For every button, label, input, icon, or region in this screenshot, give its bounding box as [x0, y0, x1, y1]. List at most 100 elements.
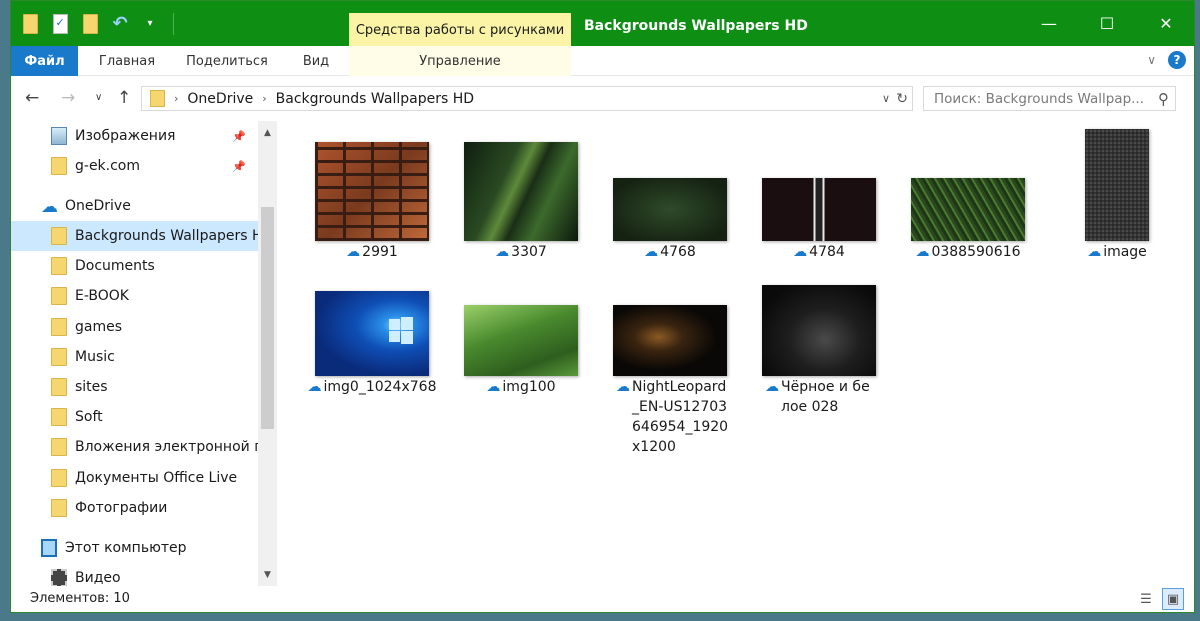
tab-home[interactable]: Главная — [87, 46, 167, 76]
folder-icon — [51, 157, 67, 175]
folder-icon — [51, 227, 67, 245]
explorer-window: ↶ ▾ Средства работы с рисунками Backgrou… — [10, 0, 1195, 613]
large-icons-view-icon[interactable]: ▣ — [1162, 588, 1184, 610]
status-bar: Элементов: 10 ☰ ▣ — [11, 586, 1194, 612]
cloud-icon: ☁ — [41, 197, 58, 217]
nav-item-music[interactable]: Music — [11, 342, 258, 372]
folder-icon — [51, 318, 67, 336]
nav-item-pictures[interactable]: Изображения 📌 — [11, 121, 258, 151]
file-name: image — [1103, 244, 1147, 260]
thumbnail — [613, 178, 727, 241]
nav-item-photos[interactable]: Фотографии — [11, 493, 258, 523]
folder-icon — [51, 408, 67, 426]
nav-item-this-pc[interactable]: Этот компьютер — [11, 533, 258, 563]
file-name: NightLeopard_EN-US12703646954_1920x1200 — [632, 379, 729, 455]
folder-icon — [51, 348, 67, 366]
details-view-icon[interactable]: ☰ — [1135, 588, 1157, 610]
address-bar[interactable]: › OneDrive › Backgrounds Wallpapers HD ∨… — [141, 86, 913, 111]
search-input[interactable]: Поиск: Backgrounds Wallpap... ⚲ — [923, 86, 1176, 111]
thumbnail — [762, 178, 876, 241]
folder-icon — [51, 257, 67, 275]
cloud-icon: ☁ — [616, 379, 630, 395]
folder-icon — [51, 378, 67, 396]
new-folder-icon[interactable] — [79, 11, 101, 37]
chevron-right-icon[interactable]: › — [174, 92, 178, 105]
forward-icon[interactable]: → — [61, 88, 75, 108]
folder-icon — [51, 499, 67, 517]
title-bar: ↶ ▾ Средства работы с рисунками Backgrou… — [11, 1, 1194, 47]
navigation-pane: Изображения 📌 g-ek.com 📌 ☁ OneDrive Back… — [11, 121, 277, 587]
up-icon[interactable]: ↑ — [117, 88, 131, 108]
expand-ribbon-icon[interactable]: ∨ — [1147, 53, 1156, 67]
window-title: Backgrounds Wallpapers HD — [584, 18, 808, 34]
nav-item-g-ek[interactable]: g-ek.com 📌 — [11, 151, 258, 181]
search-icon[interactable]: ⚲ — [1158, 90, 1169, 108]
chevron-right-icon[interactable]: › — [262, 92, 266, 105]
tab-share[interactable]: Поделиться — [176, 46, 278, 76]
scrollbar-thumb[interactable] — [261, 207, 274, 429]
close-button[interactable]: ✕ — [1137, 1, 1194, 46]
chevron-up-icon[interactable]: ▲ — [258, 124, 277, 141]
search-placeholder: Поиск: Backgrounds Wallpap... — [934, 90, 1145, 107]
nav-scrollbar[interactable]: ▲ ▼ — [258, 121, 277, 586]
pictures-icon — [51, 127, 67, 145]
thumbnail — [613, 305, 727, 376]
pin-icon: 📌 — [232, 129, 246, 143]
cloud-icon: ☁ — [486, 379, 501, 395]
file-name: Чёрное и белое 028 — [781, 379, 870, 415]
folder-icon[interactable] — [19, 11, 41, 37]
folder-icon — [51, 469, 67, 487]
thumbnail — [315, 291, 429, 376]
item-count: Элементов: 10 — [30, 591, 130, 606]
undo-icon[interactable]: ↶ — [109, 11, 131, 37]
folder-icon — [150, 90, 165, 107]
file-name: img0_1024x768 — [323, 379, 437, 395]
thumbnail — [315, 142, 429, 241]
quick-access-toolbar: ↶ ▾ — [11, 1, 174, 46]
refresh-icon[interactable]: ↻ — [896, 91, 908, 107]
nav-item-email-attachments[interactable]: Вложения электронной почты — [11, 432, 258, 462]
thumbnail — [464, 305, 578, 376]
tab-manage[interactable]: Управление — [349, 46, 571, 76]
breadcrumb-current-folder[interactable]: Backgrounds Wallpapers HD — [276, 91, 474, 107]
back-icon[interactable]: ← — [25, 88, 39, 108]
minimize-button[interactable]: — — [1020, 1, 1078, 46]
nav-item-onedrive[interactable]: ☁ OneDrive — [11, 191, 258, 221]
maximize-button[interactable]: ☐ — [1078, 1, 1136, 46]
thumbnail — [762, 285, 876, 376]
chevron-down-icon[interactable]: ▾ — [139, 11, 161, 37]
chevron-down-icon[interactable]: ▼ — [258, 566, 277, 583]
picture-tools-context-tab: Средства работы с рисунками — [349, 13, 571, 47]
tab-file[interactable]: Файл — [11, 46, 78, 76]
thumbnail — [464, 142, 578, 241]
folder-icon — [51, 438, 67, 456]
properties-icon[interactable] — [49, 11, 71, 37]
cloud-icon: ☁ — [307, 379, 322, 395]
ribbon-tabs: Файл Главная Поделиться Вид Управление ∨… — [11, 46, 1194, 76]
tab-view[interactable]: Вид — [287, 46, 345, 76]
cloud-icon: ☁ — [1087, 244, 1102, 260]
file-name: 0388590616 — [931, 244, 1021, 260]
nav-item-soft[interactable]: Soft — [11, 402, 258, 432]
chevron-down-icon[interactable]: ∨ — [882, 92, 890, 105]
nav-item-sites[interactable]: sites — [11, 372, 258, 402]
navigation-bar: ← → ∨ ↑ › OneDrive › Backgrounds Wallpap… — [11, 76, 1194, 121]
file-name: img100 — [502, 379, 556, 395]
breadcrumb-onedrive[interactable]: OneDrive — [187, 91, 253, 107]
thumbnail — [1085, 129, 1149, 241]
nav-item-backgrounds[interactable]: Backgrounds Wallpapers HD — [11, 221, 258, 251]
nav-item-e-book[interactable]: E-BOOK — [11, 281, 258, 311]
toolbar-divider — [173, 12, 174, 35]
nav-item-documents[interactable]: Documents — [11, 251, 258, 281]
thumbnail — [911, 178, 1025, 241]
computer-icon — [41, 539, 57, 557]
cloud-icon: ☁ — [915, 244, 930, 260]
recent-locations-icon[interactable]: ∨ — [95, 92, 102, 103]
pin-icon: 📌 — [232, 159, 246, 173]
video-icon — [51, 569, 67, 587]
help-icon[interactable]: ? — [1168, 51, 1186, 69]
cloud-icon: ☁ — [765, 379, 779, 395]
nav-item-games[interactable]: games — [11, 312, 258, 342]
nav-item-office-live[interactable]: Документы Office Live — [11, 463, 258, 493]
file-view: ☁ 2991 ☁ 3307 ☁ 4768 ☁ 4784 ☁ 0388590616 ☁ ima… — [277, 121, 1194, 586]
